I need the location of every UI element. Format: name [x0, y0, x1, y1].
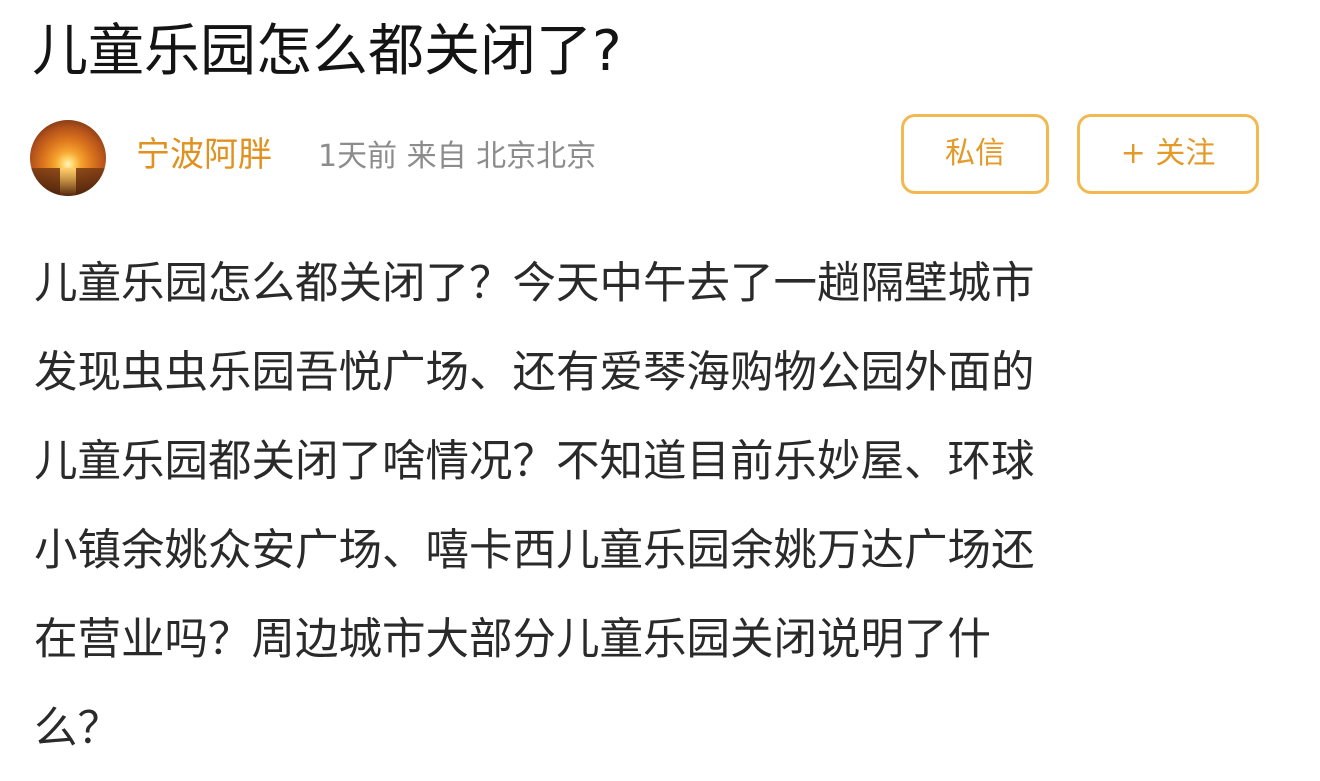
post-body-line: 么？	[34, 704, 121, 754]
post-body-line: 小镇余姚众安广场、嘻卡西儿童乐园余姚万达广场还	[34, 526, 1035, 576]
post-meta: 1天前 来自 北京北京	[318, 139, 597, 174]
post-body-line: 在营业吗？周边城市大部分儿童乐园关闭说明了什	[34, 615, 991, 665]
message-button[interactable]: 私信	[901, 114, 1049, 194]
post-body-line: 儿童乐园怎么都关闭了？今天中午去了一趟隔壁城市	[34, 259, 1035, 309]
avatar[interactable]	[30, 120, 106, 196]
post-body-line: 儿童乐园都关闭了啥情况？不知道目前乐妙屋、环球	[34, 437, 1035, 487]
post-body-line: 发现虫虫乐园吾悦广场、还有爱琴海购物公园外面的	[34, 348, 1035, 398]
author-row: 宁波阿胖 1天前 来自 北京北京 私信 + 关注	[30, 114, 1290, 204]
post-title: 儿童乐园怎么都关闭了?	[32, 19, 622, 84]
sun-reflection	[60, 168, 76, 196]
post-body: 儿童乐园怎么都关闭了？今天中午去了一趟隔壁城市 发现虫虫乐园吾悦广场、还有爱琴海…	[34, 240, 1284, 774]
author-name[interactable]: 宁波阿胖	[136, 132, 272, 178]
follow-button[interactable]: + 关注	[1077, 114, 1259, 194]
